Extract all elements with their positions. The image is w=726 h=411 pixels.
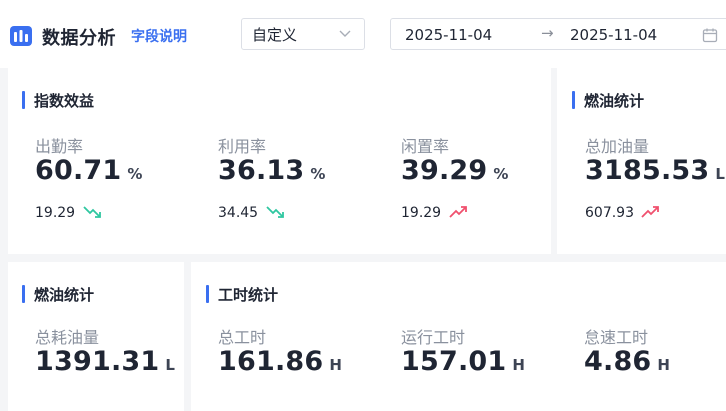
metric-unit: L xyxy=(715,165,726,183)
date-start-input[interactable]: 2025-11-04 xyxy=(405,26,492,44)
trend-down-icon xyxy=(266,206,284,218)
card-fuel-consumption: 燃油统计 总耗油量 1391.31 L xyxy=(8,262,184,411)
card-title: 工时统计 xyxy=(206,284,278,305)
metric-value: 157.01 H xyxy=(401,346,526,377)
card-title: 燃油统计 xyxy=(572,90,644,111)
page-title: 数据分析 xyxy=(42,28,116,49)
bar-chart-icon xyxy=(10,26,32,46)
card-work-hours: 工时统计 总工时 161.86 H 运行工时 157.01 H 怠速工时 4.86 H xyxy=(191,262,726,411)
trend-down-icon xyxy=(83,206,101,218)
metric-unit: % xyxy=(127,165,143,183)
metric-label: 总工时 xyxy=(218,328,267,347)
metric-label: 总加油量 xyxy=(585,137,650,156)
metric-compare-value: 19.29 xyxy=(401,205,442,221)
metric-value: 1391.31 L xyxy=(35,346,176,377)
metric-unit: L xyxy=(165,356,176,374)
range-select[interactable]: 自定义 xyxy=(241,18,365,50)
metric-label: 怠速工时 xyxy=(584,328,649,347)
metric-compare-value: 607.93 xyxy=(585,205,634,221)
metric-unit: % xyxy=(493,165,509,183)
metric-unit: H xyxy=(512,356,526,374)
page: 数据分析 字段说明 自定义 2025-11-04 → 2025-11-04 指数… xyxy=(0,0,726,411)
metric-unit: H xyxy=(657,356,671,374)
metric-label: 出勤率 xyxy=(35,137,84,156)
card-title: 指数效益 xyxy=(22,90,94,111)
date-range-picker[interactable]: 2025-11-04 → 2025-11-04 xyxy=(390,18,726,50)
chevron-down-icon xyxy=(339,30,351,37)
range-select-value: 自定义 xyxy=(252,25,298,44)
metric-value: 3185.53 L xyxy=(585,155,726,186)
date-range-separator: → xyxy=(541,24,554,42)
metric-label: 总耗油量 xyxy=(35,328,100,347)
metric-label: 运行工时 xyxy=(401,328,466,347)
card-fuel-refuel: 燃油统计 总加油量 3185.53 L 607.93 xyxy=(557,68,726,254)
header: 数据分析 字段说明 自定义 2025-11-04 → 2025-11-04 xyxy=(0,0,726,68)
field-help-link[interactable]: 字段说明 xyxy=(131,26,187,46)
trend-up-icon xyxy=(449,206,467,218)
metric-unit: H xyxy=(329,356,343,374)
metric-compare-value: 19.29 xyxy=(35,205,76,221)
metric-value: 4.86 H xyxy=(584,346,671,377)
card-efficiency: 指数效益 出勤率 60.71% 19.29 利用率 36.13% 34.45 闲… xyxy=(8,68,551,254)
metric-label: 闲置率 xyxy=(401,137,450,156)
date-end-input[interactable]: 2025-11-04 xyxy=(570,26,657,44)
metric-compare-value: 34.45 xyxy=(218,205,259,221)
card-title: 燃油统计 xyxy=(22,284,94,305)
metric-value: 161.86 H xyxy=(218,346,343,377)
metric-value: 36.13% xyxy=(218,155,326,186)
metric-label: 利用率 xyxy=(218,137,267,156)
calendar-icon xyxy=(702,28,718,43)
metric-value: 60.71% xyxy=(35,155,143,186)
trend-up-icon xyxy=(641,206,659,218)
metric-value: 39.29% xyxy=(401,155,509,186)
metric-unit: % xyxy=(310,165,326,183)
